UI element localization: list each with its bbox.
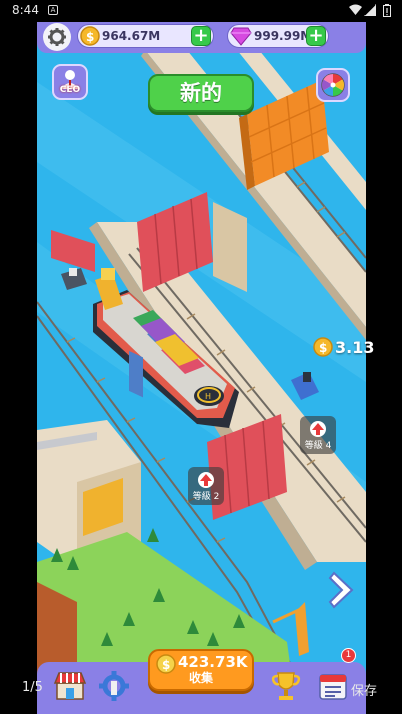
settings-button[interactable]	[43, 23, 71, 51]
settings-cog-icon[interactable]	[97, 669, 131, 703]
notification-badge: 1	[341, 648, 356, 663]
collect-button[interactable]: $ 423.73K 收集	[148, 649, 254, 691]
upgrade-level-text: 等級 4	[304, 441, 332, 451]
income-indicator[interactable]: $ 3.13	[313, 337, 374, 357]
upgrade-level-text: 等級 2	[192, 492, 220, 502]
gem-balance: 999.99M +	[227, 24, 329, 48]
upgrade-arrow-icon	[310, 421, 326, 437]
notification-icon: A	[48, 5, 58, 15]
page-counter: 1/5	[22, 680, 43, 695]
gem-amount: 999.99M	[254, 29, 313, 43]
letterbox-left	[0, 22, 37, 714]
trophy-icon[interactable]	[269, 669, 303, 703]
new-button[interactable]: 新的	[148, 74, 254, 112]
prize-wheel-button[interactable]	[316, 68, 350, 102]
upgrade-arrow-icon	[198, 472, 214, 488]
add-gems-button[interactable]: +	[306, 26, 326, 46]
ceo-label: CEO	[59, 85, 81, 95]
svg-text:$: $	[86, 30, 94, 44]
status-bar: 8:44 A	[0, 0, 402, 22]
svg-text:$: $	[319, 341, 327, 355]
port-scene: H	[37, 22, 366, 714]
game-world[interactable]: H	[37, 22, 366, 714]
ceo-button[interactable]: CEO	[52, 64, 88, 100]
signal-icon	[364, 4, 376, 16]
wifi-icon	[349, 4, 362, 15]
coin-amount: 964.67M	[102, 29, 161, 43]
gear-icon	[48, 28, 66, 46]
status-time: 8:44	[12, 3, 39, 17]
gem-icon	[230, 27, 252, 46]
save-button[interactable]: 保存	[351, 680, 377, 699]
currency-bar: $ 964.67M + 999.99M +	[37, 22, 366, 53]
letterbox-right	[366, 22, 402, 714]
upgrade-badge-level-4[interactable]: 等級 4	[300, 416, 336, 454]
prize-wheel-icon	[321, 73, 345, 97]
income-amount: 3.13	[335, 337, 375, 357]
shop-icon[interactable]	[53, 669, 87, 703]
coin-balance: $ 964.67M +	[77, 24, 214, 48]
collect-label: 收集	[188, 671, 213, 685]
battery-icon	[383, 4, 391, 17]
add-coins-button[interactable]: +	[191, 26, 211, 46]
upgrade-badge-level-2[interactable]: 等級 2	[188, 467, 224, 505]
next-arrow-icon[interactable]	[326, 571, 358, 609]
coin-icon: $	[313, 337, 333, 357]
coin-icon: $	[80, 26, 100, 46]
svg-text:H: H	[205, 392, 211, 401]
calendar-icon[interactable]	[316, 669, 350, 703]
